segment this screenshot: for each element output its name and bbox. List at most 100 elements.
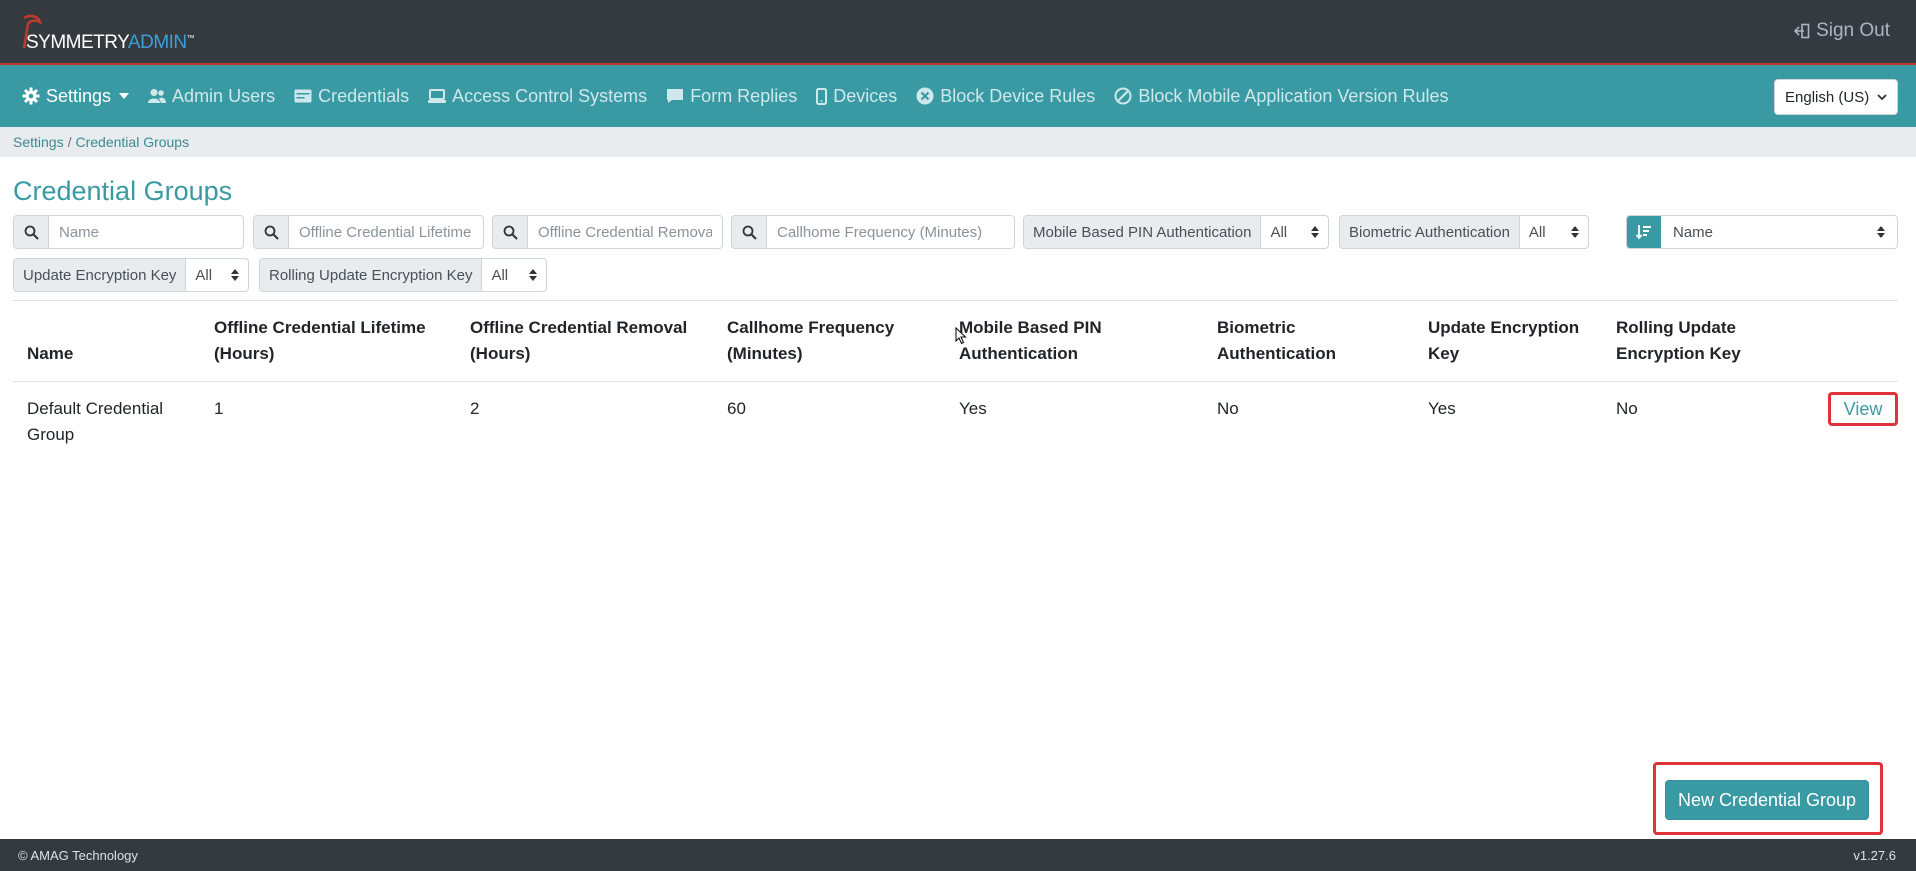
cell-lifetime: 1 <box>214 399 224 418</box>
language-value: English (US) <box>1785 88 1870 106</box>
rolling-key-filter-select[interactable]: All <box>482 259 546 291</box>
cell-name: Default Credential Group <box>27 399 164 444</box>
sort-amount-down-icon <box>1636 225 1651 240</box>
sign-out-icon <box>1794 23 1810 39</box>
lifetime-filter <box>253 215 484 249</box>
nav-item-label: Settings <box>46 85 112 106</box>
rolling-key-filter: Rolling Update Encryption Key All <box>259 258 547 292</box>
sort-arrows-icon <box>1877 226 1885 238</box>
times-circle-icon <box>916 87 934 105</box>
new-credential-group-highlight: New Credential Group <box>1653 762 1883 835</box>
cell-removal: 2 <box>470 399 480 418</box>
nav-item-label: Block Mobile Application Version Rules <box>1138 85 1449 106</box>
mobile-pin-filter: Mobile Based PIN Authentication All <box>1023 215 1329 249</box>
sort-arrows-icon <box>1571 226 1579 238</box>
access-control-icon <box>428 89 447 103</box>
rolling-key-filter-value: All <box>491 266 509 284</box>
breadcrumb-separator: / <box>67 134 72 150</box>
column-header-removal[interactable]: Offline Credential Removal (Hours) <box>470 315 710 367</box>
sort-arrows-icon <box>231 269 239 281</box>
update-key-filter-value: All <box>195 266 213 284</box>
mobile-pin-filter-select[interactable]: All <box>1261 216 1328 248</box>
app-logo[interactable]: SYMMETRYADMIN™ <box>20 14 195 54</box>
main-nav: Settings Admin Users Credentials Access … <box>0 65 1916 127</box>
sort-field-value: Name <box>1673 223 1714 241</box>
sign-out-label: Sign Out <box>1816 20 1890 41</box>
column-header-lifetime[interactable]: Offline Credential Lifetime (Hours) <box>214 315 454 367</box>
biometric-filter-label: Biometric Authentication <box>1340 216 1520 248</box>
update-key-filter: Update Encryption Key All <box>13 258 249 292</box>
mobile-pin-filter-value: All <box>1270 223 1288 241</box>
cell-biometric: No <box>1217 399 1239 418</box>
sort-direction-button[interactable] <box>1627 216 1661 248</box>
breadcrumb: Settings / Credential Groups <box>0 127 1916 157</box>
top-header: SYMMETRYADMIN™ Sign Out <box>0 0 1916 65</box>
sort-field-select[interactable]: Name <box>1661 216 1897 248</box>
filter-divider <box>13 300 1898 301</box>
mobile-pin-filter-label: Mobile Based PIN Authentication <box>1024 216 1262 248</box>
cell-mobile-pin: Yes <box>959 399 987 418</box>
view-link[interactable]: View <box>1828 392 1898 426</box>
column-header-mobile-pin[interactable]: Mobile Based PIN Authentication <box>959 315 1139 367</box>
sign-out-button[interactable]: Sign Out <box>1794 20 1890 42</box>
cell-callhome: 60 <box>727 399 746 418</box>
logo-text: SYMMETRYADMIN™ <box>26 32 195 53</box>
update-key-filter-select[interactable]: All <box>186 259 248 291</box>
update-key-filter-label: Update Encryption Key <box>14 259 187 291</box>
nav-item-block-mobile-app-version-rules[interactable]: Block Mobile Application Version Rules <box>1114 86 1448 107</box>
nav-item-label: Credentials <box>318 85 410 106</box>
column-header-callhome[interactable]: Callhome Frequency (Minutes) <box>727 315 907 367</box>
removal-filter-input[interactable] <box>528 216 722 248</box>
nav-item-label: Devices <box>833 85 898 106</box>
nav-item-settings[interactable]: Settings <box>22 85 130 107</box>
biometric-filter: Biometric Authentication All <box>1339 215 1589 249</box>
lifetime-filter-input[interactable] <box>289 216 483 248</box>
nav-item-access-control-systems[interactable]: Access Control Systems <box>428 86 647 107</box>
biometric-filter-select[interactable]: All <box>1520 216 1588 248</box>
column-header-update-key[interactable]: Update Encryption Key <box>1428 315 1598 367</box>
nav-item-devices[interactable]: Devices <box>816 86 897 107</box>
page-title: Credential Groups <box>13 176 233 206</box>
ban-icon <box>1114 87 1132 105</box>
sort-arrows-icon <box>1311 226 1319 238</box>
column-header-biometric[interactable]: Biometric Authentication <box>1217 315 1377 367</box>
gear-icon <box>22 87 40 105</box>
search-icon <box>732 216 767 248</box>
sort-control: Name <box>1626 215 1898 249</box>
footer-version: v1.27.6 <box>1853 847 1896 863</box>
column-header-rolling-key[interactable]: Rolling Update Encryption Key <box>1616 315 1776 367</box>
id-card-icon <box>294 89 312 103</box>
nav-item-label: Block Device Rules <box>940 85 1096 106</box>
nav-item-credentials[interactable]: Credentials <box>294 86 409 107</box>
removal-filter <box>492 215 723 249</box>
new-credential-group-button[interactable]: New Credential Group <box>1665 780 1869 820</box>
rolling-key-filter-label: Rolling Update Encryption Key <box>260 259 483 291</box>
callhome-filter <box>731 215 1015 249</box>
language-select[interactable]: English (US) <box>1774 79 1898 115</box>
search-icon <box>14 216 49 248</box>
column-header-name[interactable]: Name <box>27 341 73 367</box>
nav-item-label: Form Replies <box>690 85 798 106</box>
search-icon <box>493 216 528 248</box>
comment-icon <box>667 89 684 103</box>
footer: © AMAG Technology v1.27.6 <box>0 839 1916 871</box>
cell-rolling-key: No <box>1616 399 1638 418</box>
nav-item-block-device-rules[interactable]: Block Device Rules <box>916 86 1095 107</box>
nav-item-form-replies[interactable]: Form Replies <box>666 86 797 107</box>
mouse-cursor-icon <box>955 327 967 345</box>
header-row-divider <box>13 381 1898 382</box>
search-icon <box>254 216 289 248</box>
name-filter-input[interactable] <box>49 216 243 248</box>
chevron-down-icon <box>119 93 130 99</box>
chevron-down-icon <box>1877 93 1887 100</box>
cell-update-key: Yes <box>1428 399 1456 418</box>
nav-item-label: Access Control Systems <box>452 85 648 106</box>
callhome-filter-input[interactable] <box>767 216 1014 248</box>
nav-item-label: Admin Users <box>172 85 276 106</box>
breadcrumb-settings-link[interactable]: Settings <box>13 134 64 150</box>
sort-arrows-icon <box>529 269 537 281</box>
breadcrumb-current-link[interactable]: Credential Groups <box>75 134 189 150</box>
biometric-filter-value: All <box>1528 223 1546 241</box>
mobile-icon <box>816 87 828 105</box>
nav-item-admin-users[interactable]: Admin Users <box>148 86 275 107</box>
